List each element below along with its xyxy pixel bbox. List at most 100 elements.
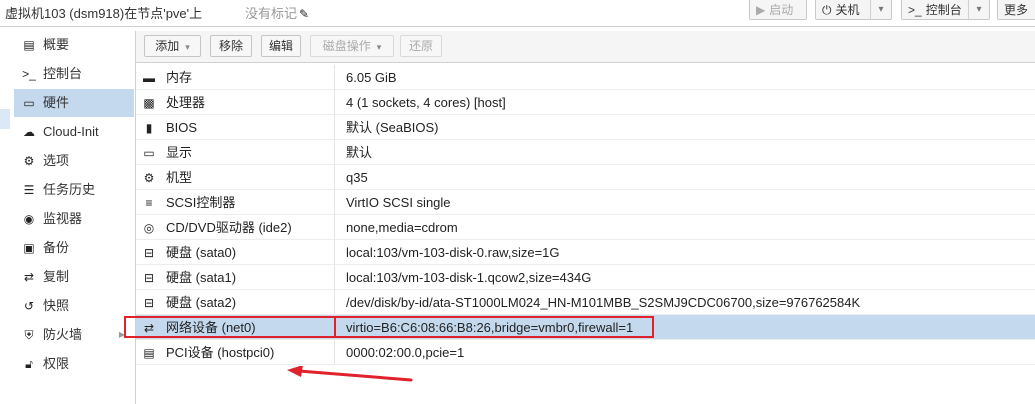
- row-key: 硬盘 (sata0): [166, 245, 237, 260]
- console-label: 控制台: [925, 3, 962, 17]
- row-value: 默认: [346, 145, 373, 160]
- nav-label: 选项: [43, 153, 70, 168]
- nav-item-options[interactable]: ⚙ 选项: [14, 147, 134, 175]
- highlight-divider: [334, 316, 336, 338]
- row-value: 6.05 GiB: [346, 70, 397, 85]
- power-icon: ⏻: [822, 3, 832, 17]
- nav-label: 复制: [43, 269, 70, 284]
- row-key: PCI设备 (hostpci0): [166, 345, 275, 360]
- row-value: q35: [346, 170, 368, 185]
- row-value: 0000:02:00.0,pcie=1: [346, 345, 465, 360]
- nav-item-summary[interactable]: ▤ 概要: [14, 31, 134, 59]
- nav-item-replication[interactable]: ⇄ 复制: [14, 263, 134, 291]
- eye-icon: ◉: [23, 212, 35, 226]
- more-label: 更多: [1004, 3, 1029, 17]
- memory-icon: ▬: [143, 71, 155, 85]
- nav-label: 概要: [43, 37, 70, 52]
- nav-label: 备份: [43, 240, 70, 255]
- vm-header: 虚拟机103 (dsm918)在节点'pve'上 没有标记 ✎ ▶ 启动 ⏻ 关机 ▾…: [0, 0, 1035, 27]
- add-button[interactable]: 添加 ▾: [144, 35, 201, 57]
- table-row[interactable]: ▩ 处理器 4 (1 sockets, 4 cores) [host]: [136, 90, 1035, 115]
- nav-item-permissions[interactable]: 🔓︎ 权限: [14, 350, 134, 378]
- table-row[interactable]: ⊟ 硬盘 (sata2) /dev/disk/by-id/ata-ST1000LM…: [136, 290, 1035, 315]
- vm-config-nav: ▤ 概要 >_ 控制台 ▭ 硬件 ☁ Cloud-Init ⚙ 选项 ☰ 任务历史 ◉ 监视器…: [14, 31, 136, 404]
- table-row[interactable]: ▬ 内存 6.05 GiB: [136, 65, 1035, 90]
- table-row[interactable]: ▤ PCI设备 (hostpci0) 0000:02:00.0,pcie=1: [136, 340, 1035, 365]
- harddisk-icon: ⊟: [143, 271, 155, 285]
- cloud-icon: ☁: [23, 125, 35, 139]
- nav-label: 防火墙: [43, 327, 83, 342]
- shield-icon: ⛨: [24, 328, 34, 342]
- table-row[interactable]: ⊟ 硬盘 (sata1) local:103/vm-103-disk-1.qcow…: [136, 265, 1035, 290]
- row-value: 4 (1 sockets, 4 cores) [host]: [346, 95, 506, 110]
- nav-item-snapshots[interactable]: ↺ 快照: [14, 292, 134, 320]
- nav-item-backup[interactable]: ▣ 备份: [14, 234, 134, 262]
- row-key: BIOS: [166, 120, 198, 135]
- nav-item-task-history[interactable]: ☰ 任务历史: [14, 176, 134, 204]
- pencil-icon[interactable]: ✎: [299, 7, 309, 21]
- revert-button[interactable]: 还原: [400, 35, 442, 57]
- edit-label: 编辑: [268, 39, 293, 53]
- terminal-icon: >_: [908, 3, 922, 17]
- table-row[interactable]: ◎ CD/DVD驱动器 (ide2) none,media=cdrom: [136, 215, 1035, 240]
- row-key: 内存: [166, 70, 193, 85]
- pci-card-icon: ▤: [143, 346, 155, 360]
- cogs-icon: ⚙: [143, 171, 155, 185]
- console-button[interactable]: >_ 控制台 ▾: [901, 0, 990, 20]
- table-row[interactable]: ⊟ 硬盘 (sata0) local:103/vm-103-disk-0.raw,…: [136, 240, 1035, 265]
- unlock-icon: 🔓︎: [25, 357, 33, 371]
- microchip-icon: ▮: [145, 121, 153, 135]
- chevron-down-icon[interactable]: ▾: [968, 0, 989, 19]
- row-value: VirtIO SCSI single: [346, 195, 451, 210]
- history-icon: ↺: [23, 299, 35, 313]
- row-value: /dev/disk/by-id/ata-ST1000LM024_HN-M101M…: [346, 295, 861, 310]
- nav-label: Cloud-Init: [43, 124, 99, 139]
- table-row[interactable]: ▭ 显示 默认: [136, 140, 1035, 165]
- row-key: 硬盘 (sata2): [166, 295, 237, 310]
- nav-label: 控制台: [43, 66, 83, 81]
- row-value: none,media=cdrom: [346, 220, 458, 235]
- nav-label: 快照: [43, 298, 70, 313]
- shutdown-label: 关机: [835, 3, 860, 17]
- disk-action-label: 磁盘操作: [322, 39, 371, 53]
- resource-tree-edge: [0, 27, 14, 404]
- nav-item-cloud-init[interactable]: ☁ Cloud-Init: [14, 118, 134, 146]
- tags-editor[interactable]: 没有标记 ✎: [245, 3, 309, 22]
- gear-icon: ⚙: [23, 154, 35, 168]
- start-button[interactable]: ▶ 启动: [749, 0, 807, 20]
- vm-title: 虚拟机103 (dsm918)在节点'pve'上: [5, 6, 203, 21]
- book-icon: ▤: [23, 38, 35, 52]
- retweet-icon: ⇄: [23, 270, 35, 284]
- nav-item-firewall[interactable]: ⛨ 防火墙 ▶: [14, 321, 134, 349]
- monitor-icon: ▭: [23, 96, 35, 110]
- floppy-icon: ▣: [23, 241, 35, 255]
- table-row[interactable]: ≡ SCSI控制器 VirtIO SCSI single: [136, 190, 1035, 215]
- shutdown-button[interactable]: ⏻ 关机 ▾: [815, 0, 892, 20]
- highlight-box: [124, 316, 654, 338]
- row-key: 处理器: [166, 95, 206, 110]
- disk-action-button[interactable]: 磁盘操作 ▾: [310, 35, 394, 57]
- nav-label: 监视器: [43, 211, 83, 226]
- row-value: 默认 (SeaBIOS): [346, 120, 439, 135]
- table-row[interactable]: ⚙ 机型 q35: [136, 165, 1035, 190]
- revert-label: 还原: [408, 39, 433, 53]
- nav-label: 硬件: [43, 95, 70, 110]
- row-value: local:103/vm-103-disk-0.raw,size=1G: [346, 245, 560, 260]
- edit-button[interactable]: 编辑: [261, 35, 301, 57]
- row-key: CD/DVD驱动器 (ide2): [166, 220, 292, 235]
- remove-label: 移除: [218, 39, 243, 53]
- nav-item-console[interactable]: >_ 控制台: [14, 60, 134, 88]
- row-key: SCSI控制器: [166, 195, 236, 210]
- chevron-down-icon[interactable]: ▾: [870, 0, 891, 19]
- tags-label: 没有标记: [245, 6, 298, 21]
- table-row[interactable]: ▮ BIOS 默认 (SeaBIOS): [136, 115, 1035, 140]
- row-key: 机型: [166, 170, 193, 185]
- nav-item-monitor[interactable]: ◉ 监视器: [14, 205, 134, 233]
- nav-label: 任务历史: [43, 182, 96, 197]
- row-key: 显示: [166, 145, 193, 160]
- remove-button[interactable]: 移除: [210, 35, 252, 57]
- chevron-down-icon: ▾: [185, 42, 190, 52]
- cpu-icon: ▩: [143, 96, 155, 110]
- nav-item-hardware[interactable]: ▭ 硬件: [14, 89, 134, 117]
- more-button[interactable]: 更多: [997, 0, 1035, 20]
